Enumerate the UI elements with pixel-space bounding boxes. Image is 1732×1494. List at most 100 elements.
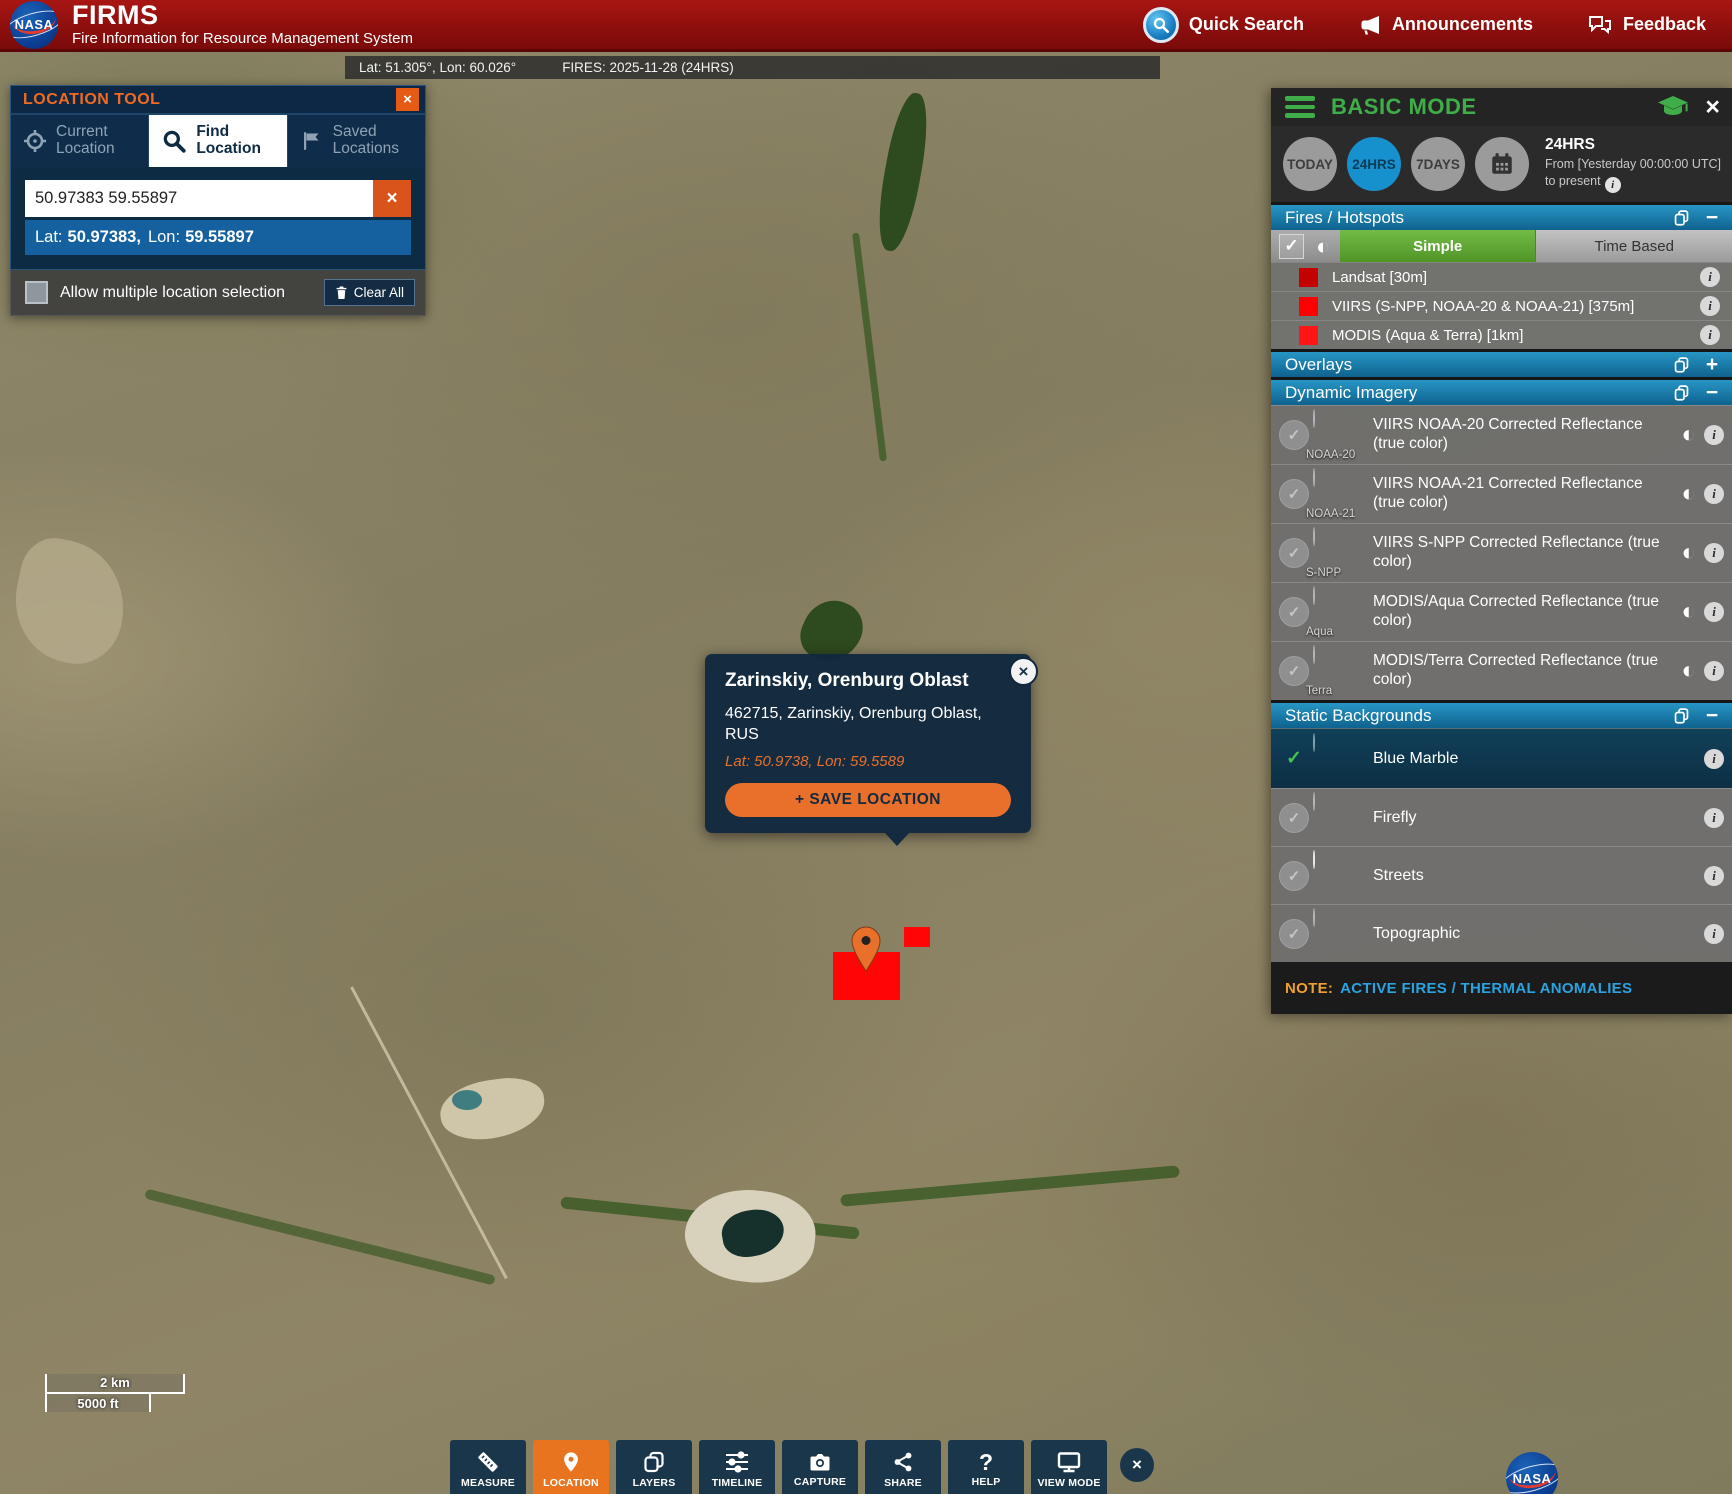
timeline-button[interactable]: TIMELINE [699, 1440, 775, 1494]
info-icon[interactable]: i [1704, 484, 1724, 504]
info-icon[interactable]: i [1700, 267, 1720, 287]
tab-find-location[interactable]: FindLocation [149, 115, 287, 167]
time-7days-button[interactable]: 7DAYS [1411, 137, 1465, 191]
app-brand[interactable]: FIRMS Fire Information for Resource Mana… [72, 2, 413, 47]
duplicate-icon[interactable] [1673, 707, 1690, 724]
calendar-button[interactable] [1475, 137, 1529, 191]
map-feature [840, 1165, 1180, 1207]
static-layer-row[interactable]: ✓ Topographic i [1271, 904, 1732, 962]
fire-detection[interactable] [904, 927, 930, 947]
dynamic-layer-row[interactable]: ✓ S-NPP VIIRS S-NPP Corrected Reflectanc… [1271, 523, 1732, 582]
contrast-icon[interactable]: ◐ [1316, 235, 1330, 258]
mode-simple-button[interactable]: Simple [1340, 230, 1537, 262]
menu-icon[interactable] [1285, 96, 1315, 118]
duplicate-icon[interactable] [1673, 356, 1690, 373]
section-header-dynamic-imagery[interactable]: Dynamic Imagery − [1271, 377, 1732, 405]
info-icon[interactable]: i [1704, 543, 1724, 563]
pin-icon [560, 1450, 582, 1474]
fires-visibility-checkbox[interactable]: ✓ [1279, 234, 1304, 259]
layer-checkbox[interactable]: ✓ [1279, 597, 1309, 627]
info-icon[interactable]: i [1704, 749, 1724, 769]
nasa-footer-logo[interactable]: NASA [1506, 1452, 1558, 1494]
fires-layer-row[interactable]: MODIS (Aqua & Terra) [1km] i [1271, 320, 1732, 349]
scale-imperial: 5000 ft [45, 1394, 151, 1412]
layer-checkbox[interactable]: ✓ [1279, 420, 1309, 450]
time-24hrs-button[interactable]: 24HRS [1347, 137, 1401, 191]
static-layer-row[interactable]: ✓ Streets i [1271, 846, 1732, 904]
info-icon[interactable]: i [1704, 661, 1724, 681]
layer-color-swatch [1299, 297, 1318, 316]
view-mode-button[interactable]: VIEW MODE [1031, 1440, 1107, 1494]
section-header-fires-hotspots[interactable]: Fires / Hotspots − [1271, 202, 1732, 230]
location-tool-close-icon[interactable]: × [396, 88, 419, 111]
mode-time-based-button[interactable]: Time Based [1536, 230, 1732, 262]
fires-layer-row[interactable]: Landsat [30m] i [1271, 262, 1732, 291]
feedback-button[interactable]: Feedback [1587, 13, 1706, 37]
clear-search-icon[interactable]: × [373, 180, 411, 217]
question-mark-icon: ? [979, 1451, 993, 1473]
dynamic-layer-row[interactable]: ✓ Terra MODIS/Terra Corrected Reflectanc… [1271, 641, 1732, 700]
clear-all-button[interactable]: Clear All [324, 279, 415, 306]
info-icon[interactable]: i [1704, 866, 1724, 886]
static-layer-row[interactable]: ✓ Firefly i [1271, 788, 1732, 846]
layers-button[interactable]: LAYERS [616, 1440, 692, 1494]
collapse-icon[interactable]: − [1704, 207, 1720, 228]
contrast-icon[interactable]: ◐ [1682, 600, 1697, 624]
tab-current-location[interactable]: CurrentLocation [11, 115, 149, 167]
collapse-icon[interactable]: − [1704, 705, 1720, 726]
contrast-icon[interactable]: ◐ [1682, 659, 1697, 683]
share-button[interactable]: SHARE [865, 1440, 941, 1494]
info-icon[interactable]: i [1700, 325, 1720, 345]
info-icon[interactable]: i [1704, 425, 1724, 445]
section-header-overlays[interactable]: Overlays + [1271, 349, 1732, 377]
layer-checkbox[interactable]: ✓ [1279, 803, 1309, 833]
dynamic-layer-row[interactable]: ✓ NOAA-21 VIIRS NOAA-21 Corrected Reflec… [1271, 464, 1732, 523]
location-marker-pin[interactable] [851, 926, 881, 972]
location-tool-header: LOCATION TOOL × [10, 85, 426, 115]
tab-saved-locations[interactable]: SavedLocations [288, 115, 425, 167]
layer-checkbox[interactable]: ✓ [1279, 656, 1309, 686]
section-title: Fires / Hotspots [1285, 208, 1673, 228]
quick-search-button[interactable]: Quick Search [1143, 7, 1304, 43]
panel-close-icon[interactable]: × [1705, 95, 1720, 120]
section-header-static-backgrounds[interactable]: Static Backgrounds − [1271, 700, 1732, 728]
tutorial-graduation-cap-icon[interactable] [1657, 94, 1689, 120]
location-search-input[interactable] [25, 180, 373, 217]
expand-icon[interactable]: + [1704, 354, 1720, 375]
contrast-icon[interactable]: ◐ [1682, 423, 1697, 447]
fires-layer-row[interactable]: VIIRS (S-NPP, NOAA-20 & NOAA-21) [375m] … [1271, 291, 1732, 320]
info-icon[interactable]: i [1605, 177, 1621, 193]
location-button[interactable]: LOCATION [533, 1440, 609, 1494]
contrast-icon[interactable]: ◐ [1682, 541, 1697, 565]
info-icon[interactable]: i [1704, 808, 1724, 828]
toolbar-close-icon[interactable]: × [1120, 1448, 1154, 1482]
time-today-button[interactable]: TODAY [1283, 137, 1337, 191]
help-button[interactable]: ? HELP [948, 1440, 1024, 1494]
dynamic-layer-row[interactable]: ✓ Aqua MODIS/Aqua Corrected Reflectance … [1271, 582, 1732, 641]
measure-button[interactable]: MEASURE [450, 1440, 526, 1494]
static-layer-row-selected[interactable]: ✓ Blue Marble i [1271, 728, 1732, 788]
layer-checkbox[interactable]: ✓ [1279, 538, 1309, 568]
multi-select-checkbox[interactable] [25, 281, 48, 304]
layer-label: Blue Marble [1373, 750, 1704, 768]
announcements-button[interactable]: Announcements [1358, 13, 1533, 37]
duplicate-icon[interactable] [1673, 209, 1690, 226]
capture-button[interactable]: CAPTURE [782, 1440, 858, 1494]
info-icon[interactable]: i [1704, 924, 1724, 944]
duplicate-icon[interactable] [1673, 384, 1690, 401]
nasa-logo-text: NASA [1506, 1452, 1558, 1494]
nasa-logo[interactable]: NASA [10, 1, 58, 49]
contrast-icon[interactable]: ◐ [1682, 482, 1697, 506]
layer-checkbox[interactable]: ✓ [1279, 919, 1309, 949]
popup-close-icon[interactable]: × [1009, 657, 1038, 686]
dynamic-layer-row[interactable]: ✓ NOAA-20 VIIRS NOAA-20 Corrected Reflec… [1271, 405, 1732, 464]
layer-checkbox[interactable]: ✓ [1279, 479, 1309, 509]
layer-checkbox[interactable]: ✓ [1279, 861, 1309, 891]
save-location-button[interactable]: + SAVE LOCATION [725, 783, 1011, 817]
info-icon[interactable]: i [1700, 296, 1720, 316]
search-result-row[interactable]: Lat: 50.97383, Lon: 59.55897 [25, 220, 411, 255]
tool-label: VIEW MODE [1037, 1477, 1100, 1489]
active-fires-link[interactable]: ACTIVE FIRES / THERMAL ANOMALIES [1340, 980, 1632, 997]
info-icon[interactable]: i [1704, 602, 1724, 622]
collapse-icon[interactable]: − [1704, 382, 1720, 403]
